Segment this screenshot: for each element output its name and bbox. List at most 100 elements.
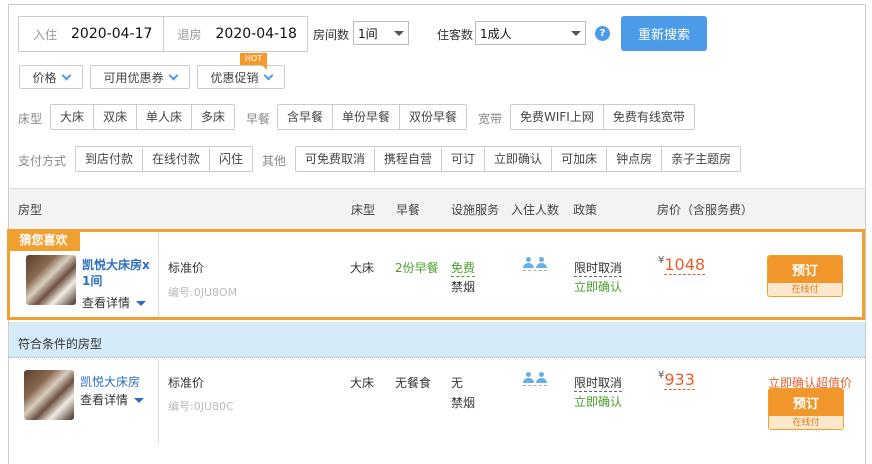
checkout-field[interactable]: 退房 2020-04-18 <box>162 17 308 51</box>
other-filter-label: 其他 <box>262 154 287 168</box>
smoking-info: 禁烟 <box>451 396 476 410</box>
filter-option[interactable]: 立即确认 <box>484 147 551 171</box>
room-name-link[interactable]: 凯悦大床房 <box>80 373 140 390</box>
rate-name: 标准价 <box>168 261 205 275</box>
rooms-value: 1间 <box>358 26 378 41</box>
dropdown-label: 可用优惠券 <box>103 70 164 85</box>
chevron-down-icon <box>263 70 273 80</box>
price[interactable]: ¥1048 <box>658 255 706 275</box>
dropdown-label: 价格 <box>32 70 57 85</box>
filter-option[interactable]: 大床 <box>51 105 93 129</box>
filter-option[interactable]: 在线付款 <box>142 147 209 171</box>
caret-down-icon <box>571 30 581 36</box>
rooms-label: 房间数 <box>313 28 350 42</box>
filter-option[interactable]: 亲子主题房 <box>661 147 740 171</box>
view-details-label: 查看详情 <box>80 393 129 407</box>
confirm-policy: 立即确认 <box>574 395 623 409</box>
rooms-select[interactable]: 1间 <box>353 21 409 45</box>
col-policy: 政策 <box>573 203 598 217</box>
guests-select[interactable]: 1成人 <box>475 21 586 45</box>
bed-type: 大床 <box>350 261 375 275</box>
breakfast-filter-group: 含早餐 单份早餐 双份早餐 <box>277 104 468 130</box>
payment-filter-group: 到店付款 在线付款 闪住 <box>75 146 254 172</box>
checkin-label: 入住 <box>33 27 58 42</box>
help-icon[interactable]: ? <box>595 26 610 41</box>
bed-type: 大床 <box>350 376 375 390</box>
view-details-link[interactable]: 查看详情 <box>80 391 145 408</box>
checkin-field[interactable]: 入住 2020-04-17 <box>19 17 163 51</box>
checkin-date: 2020-04-17 <box>71 26 153 42</box>
occupancy-icon[interactable] <box>523 257 547 271</box>
filter-option[interactable]: 可订 <box>441 147 484 171</box>
filter-option[interactable]: 可免费取消 <box>296 147 374 171</box>
section-title: 符合条件的房型 <box>18 337 103 351</box>
filter-option[interactable]: 可加床 <box>551 147 606 171</box>
checkout-label: 退房 <box>177 27 202 42</box>
filter-option[interactable]: 携程自营 <box>374 147 441 171</box>
checkout-date: 2020-04-18 <box>215 26 297 42</box>
col-bed: 床型 <box>351 203 376 217</box>
broadband-filter-label: 宽带 <box>478 112 503 126</box>
wifi-info[interactable]: 免费 <box>451 259 476 277</box>
caret-down-icon <box>134 398 145 403</box>
filter-option[interactable]: 钟点房 <box>606 147 661 171</box>
recommended-badge: 猜您喜欢 <box>7 230 80 251</box>
view-details-link[interactable]: 查看详情 <box>82 294 147 311</box>
rate-code: 编号:0JU8OM <box>168 286 238 299</box>
payment-filter-label: 支付方式 <box>18 154 67 168</box>
broadband-filter-group: 免费WIFI上网 免费有线宽带 <box>510 104 695 130</box>
breakfast-filter-label: 早餐 <box>246 112 271 126</box>
col-breakfast: 早餐 <box>396 203 421 217</box>
bed-filter-group: 大床 双床 单人床 多床 <box>50 104 236 130</box>
filter-option[interactable]: 闪住 <box>209 147 252 171</box>
filter-option[interactable]: 单份早餐 <box>332 105 399 129</box>
search-button[interactable]: 重新搜索 <box>621 16 707 51</box>
other-filter-group: 可免费取消 携程自营 可订 立即确认 可加床 钟点房 亲子主题房 <box>295 146 742 172</box>
col-occupancy: 入住人数 <box>511 203 560 217</box>
book-label: 预订 <box>769 389 843 416</box>
promotion-dropdown[interactable]: 优惠促销 <box>197 65 285 89</box>
view-details-label: 查看详情 <box>82 296 131 310</box>
breakfast-info: 无餐食 <box>395 376 432 390</box>
filter-option[interactable]: 含早餐 <box>278 105 332 129</box>
filter-option[interactable]: 双份早餐 <box>399 105 466 129</box>
caret-down-icon <box>136 301 147 306</box>
filter-option[interactable]: 免费WIFI上网 <box>511 105 603 129</box>
guests-value: 1成人 <box>480 26 512 41</box>
chevron-down-icon <box>168 70 178 80</box>
price[interactable]: ¥933 <box>658 370 695 390</box>
price-value: 933 <box>664 370 695 390</box>
guests-label: 住客数 <box>437 28 474 42</box>
room-name-link[interactable]: 凯悦大床房x 1间 <box>82 257 152 289</box>
bed-filter-label: 床型 <box>18 112 43 126</box>
divider <box>158 232 159 317</box>
price-dropdown[interactable]: 价格 <box>19 65 83 89</box>
cancel-policy[interactable]: 限时取消 <box>574 374 623 392</box>
book-button[interactable]: 预订 在线付 <box>768 388 844 430</box>
occupancy-icon[interactable] <box>523 372 547 386</box>
filter-option[interactable]: 双床 <box>93 105 136 129</box>
pay-online-label: 在线付 <box>768 283 842 296</box>
col-price: 房价（含服务费） <box>657 203 754 217</box>
book-button[interactable]: 预订 在线付 <box>767 255 843 297</box>
filter-option[interactable]: 多床 <box>191 105 234 129</box>
dropdown-label: 优惠促销 <box>210 70 259 85</box>
filter-option[interactable]: 到店付款 <box>76 147 142 171</box>
cancel-policy[interactable]: 限时取消 <box>574 259 623 277</box>
col-room-type: 房型 <box>18 203 43 217</box>
caret-down-icon <box>394 30 404 36</box>
confirm-policy: 立即确认 <box>574 280 623 294</box>
room-image[interactable] <box>26 255 76 305</box>
coupon-dropdown[interactable]: 可用优惠券 <box>90 65 190 89</box>
pay-online-label: 在线付 <box>769 416 843 429</box>
book-label: 预订 <box>768 256 842 283</box>
hot-badge: HOT <box>240 53 267 70</box>
price-value: 1048 <box>664 255 706 275</box>
date-range-picker[interactable]: 入住 2020-04-17 退房 2020-04-18 <box>18 16 308 52</box>
room-image[interactable] <box>24 370 74 420</box>
section-header <box>9 322 865 358</box>
wifi-info: 无 <box>451 376 464 390</box>
filter-option[interactable]: 免费有线宽带 <box>602 105 694 129</box>
filter-option[interactable]: 单人床 <box>136 105 191 129</box>
smoking-info: 禁烟 <box>451 280 476 294</box>
